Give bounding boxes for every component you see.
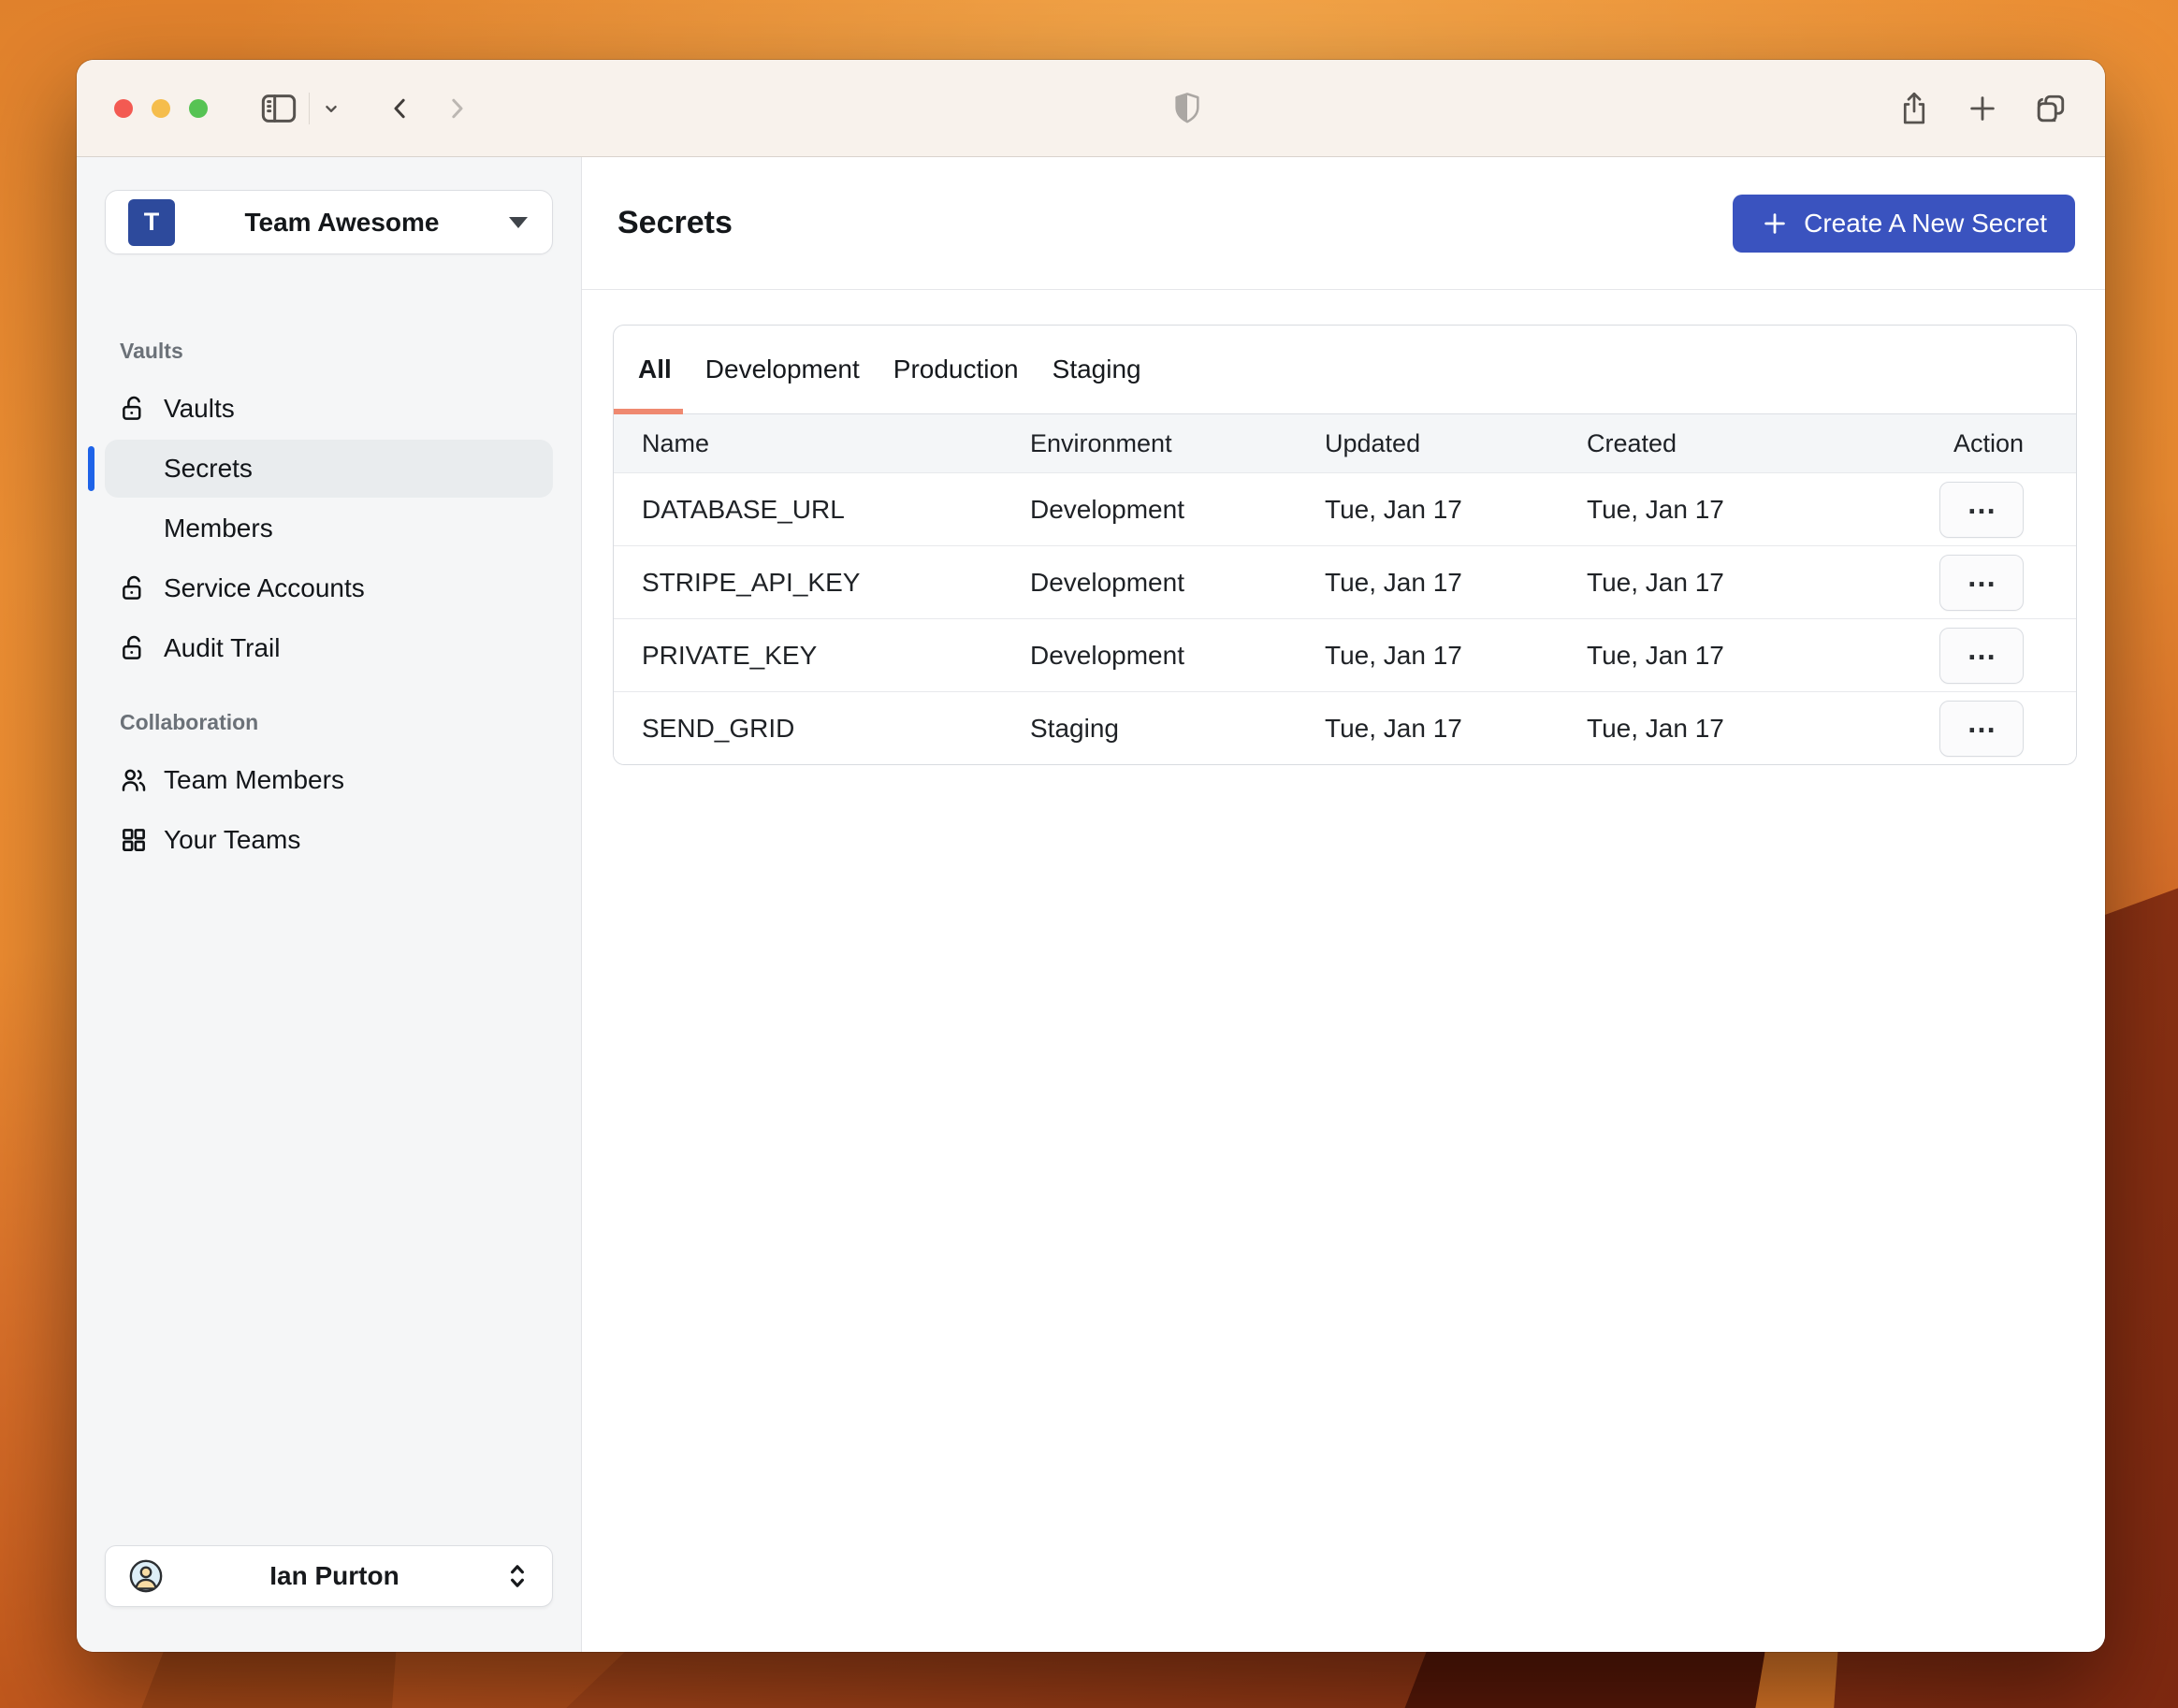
create-secret-label: Create A New Secret <box>1804 208 2047 238</box>
sidebar-item-label: Secrets <box>164 454 253 483</box>
tab-development[interactable]: Development <box>694 326 871 413</box>
content-area: All Development Production Staging Name … <box>582 290 2105 1652</box>
chevron-down-icon[interactable] <box>321 98 341 119</box>
minimize-button[interactable] <box>152 98 170 118</box>
table-row: SEND_GRID Staging Tue, Jan 17 Tue, Jan 1… <box>614 691 2076 764</box>
team-avatar: T <box>128 198 175 246</box>
column-header-created: Created <box>1587 428 1677 457</box>
row-actions-button[interactable]: … <box>1939 554 2024 611</box>
secret-environment: Staging <box>1030 713 1119 743</box>
row-actions-button[interactable]: … <box>1939 700 2024 757</box>
environment-tabs: All Development Production Staging <box>614 326 2076 414</box>
app-window: T Team Awesome Vaults Vaults Secrets Mem… <box>77 60 2105 1652</box>
grid-icon <box>120 826 148 854</box>
sidebar: T Team Awesome Vaults Vaults Secrets Mem… <box>77 157 582 1652</box>
team-selector[interactable]: T Team Awesome <box>105 190 553 254</box>
sidebar-item-audit-trail[interactable]: Audit Trail <box>105 619 553 677</box>
sidebar-toggle-icon[interactable] <box>260 93 298 124</box>
create-secret-button[interactable]: Create A New Secret <box>1733 194 2075 253</box>
users-icon <box>120 766 148 794</box>
user-avatar-icon <box>128 1558 164 1594</box>
secret-updated: Tue, Jan 17 <box>1325 640 1462 670</box>
back-icon[interactable] <box>386 93 414 124</box>
traffic-lights <box>114 98 208 118</box>
secret-name: PRIVATE_KEY <box>642 640 818 670</box>
secret-name: DATABASE_URL <box>642 494 845 524</box>
tab-staging[interactable]: Staging <box>1041 326 1153 413</box>
sidebar-item-team-members[interactable]: Team Members <box>105 751 553 809</box>
sidebar-item-label: Service Accounts <box>164 573 365 602</box>
main-panel: Secrets Create A New Secret All Developm… <box>582 157 2105 1652</box>
column-header-name: Name <box>642 428 710 457</box>
secret-created: Tue, Jan 17 <box>1587 494 1724 524</box>
titlebar <box>77 60 2105 157</box>
section-header-collaboration: Collaboration <box>120 710 259 734</box>
sidebar-item-vaults[interactable]: Vaults <box>105 380 553 438</box>
shield-icon <box>1171 91 1203 126</box>
sidebar-item-label: Vaults <box>164 394 235 423</box>
lock-open-icon <box>120 574 148 602</box>
page-title: Secrets <box>617 205 733 240</box>
secret-created: Tue, Jan 17 <box>1587 640 1724 670</box>
user-name: Ian Purton <box>269 1561 399 1590</box>
desktop-wallpaper: T Team Awesome Vaults Vaults Secrets Mem… <box>0 0 2178 1708</box>
table-row: PRIVATE_KEY Development Tue, Jan 17 Tue,… <box>614 618 2076 691</box>
column-header-updated: Updated <box>1325 428 1421 457</box>
table-row: DATABASE_URL Development Tue, Jan 17 Tue… <box>614 472 2076 545</box>
tab-production[interactable]: Production <box>882 326 1030 413</box>
new-tab-icon[interactable] <box>1967 93 1998 124</box>
forward-icon[interactable] <box>443 93 471 124</box>
column-header-action: Action <box>1953 428 2024 457</box>
secrets-card: All Development Production Staging Name … <box>613 325 2077 765</box>
divider <box>309 92 310 124</box>
close-button[interactable] <box>114 98 133 118</box>
user-selector[interactable]: Ian Purton <box>105 1545 553 1607</box>
secret-environment: Development <box>1030 494 1184 524</box>
sidebar-item-service-accounts[interactable]: Service Accounts <box>105 559 553 617</box>
lock-open-icon <box>120 395 148 423</box>
secret-created: Tue, Jan 17 <box>1587 713 1724 743</box>
sidebar-item-your-teams[interactable]: Your Teams <box>105 811 553 869</box>
sidebar-item-label: Members <box>164 514 273 543</box>
sidebar-item-label: Your Teams <box>164 825 301 854</box>
sidebar-item-members[interactable]: Members <box>105 499 553 557</box>
share-icon[interactable] <box>1897 90 1931 127</box>
secret-updated: Tue, Jan 17 <box>1325 713 1462 743</box>
secret-created: Tue, Jan 17 <box>1587 567 1724 597</box>
secret-updated: Tue, Jan 17 <box>1325 567 1462 597</box>
chevron-down-icon <box>509 216 528 228</box>
row-actions-button[interactable]: … <box>1939 481 2024 538</box>
table-row: STRIPE_API_KEY Development Tue, Jan 17 T… <box>614 545 2076 618</box>
team-name: Team Awesome <box>244 207 440 237</box>
row-actions-button[interactable]: … <box>1939 627 2024 684</box>
sidebar-item-label: Team Members <box>164 765 344 794</box>
up-down-chevron-icon <box>505 1562 530 1590</box>
sidebar-item-label: Audit Trail <box>164 633 281 662</box>
secret-environment: Development <box>1030 640 1184 670</box>
tab-overview-icon[interactable] <box>2034 92 2068 125</box>
column-header-environment: Environment <box>1030 428 1172 457</box>
table-header: Name Environment Updated Created Action <box>614 414 2076 472</box>
secret-updated: Tue, Jan 17 <box>1325 494 1462 524</box>
plus-icon <box>1761 210 1789 238</box>
zoom-button[interactable] <box>189 98 208 118</box>
sidebar-item-secrets[interactable]: Secrets <box>88 440 553 498</box>
section-header-vaults: Vaults <box>120 339 183 363</box>
lock-open-icon <box>120 634 148 662</box>
secret-name: STRIPE_API_KEY <box>642 567 861 597</box>
secret-environment: Development <box>1030 567 1184 597</box>
main-header: Secrets Create A New Secret <box>582 157 2105 290</box>
secret-name: SEND_GRID <box>642 713 795 743</box>
tab-all[interactable]: All <box>614 326 683 414</box>
